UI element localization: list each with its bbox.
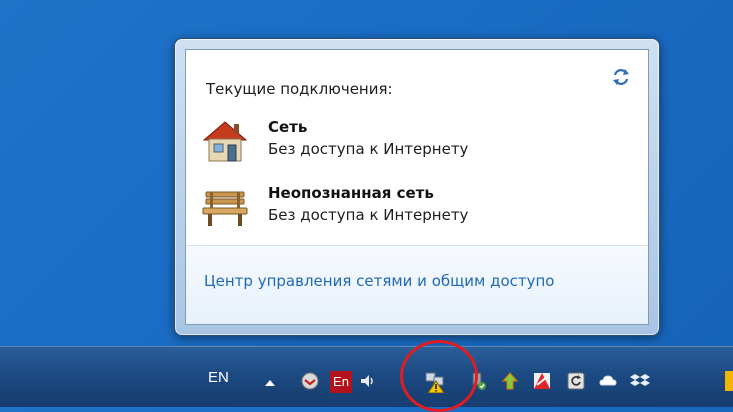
network-sharing-center-link[interactable]: Центр управления сетями и общим доступо: [204, 272, 644, 290]
connection-status: Без доступа к Интернету: [268, 206, 469, 224]
update-arrow-icon[interactable]: [500, 371, 520, 391]
connection-name: Сеть: [268, 118, 308, 136]
usb-safe-remove-icon[interactable]: [468, 371, 488, 391]
popup-footer: Центр управления сетями и общим доступо: [186, 245, 648, 324]
volume-icon[interactable]: [358, 371, 378, 391]
connection-item-unidentified[interactable]: Неопознанная сеть Без доступа к Интернет…: [200, 182, 620, 234]
antivirus-icon[interactable]: [532, 371, 552, 391]
taskbar: EN En: [0, 346, 733, 407]
dropbox-icon[interactable]: [630, 371, 650, 391]
popup-title: Текущие подключения:: [206, 80, 393, 98]
onedrive-cloud-icon[interactable]: [598, 371, 618, 391]
network-connections-popup: Текущие подключения: Сеть Без доступа к …: [174, 38, 660, 336]
connection-name: Неопознанная сеть: [268, 184, 434, 202]
network-warning-icon[interactable]: [424, 369, 448, 393]
bench-icon: [202, 191, 248, 226]
en-keyboard-icon[interactable]: En: [330, 371, 352, 393]
refresh-icon[interactable]: [610, 66, 632, 88]
connection-item-network[interactable]: Сеть Без доступа к Интернету: [200, 116, 620, 168]
connection-status: Без доступа к Интернету: [268, 140, 469, 158]
partial-tray-icon[interactable]: [725, 371, 733, 391]
network-status-icon[interactable]: [300, 371, 320, 391]
language-indicator[interactable]: EN: [208, 369, 229, 386]
house-icon: [202, 121, 248, 162]
refresh-app-icon[interactable]: [566, 371, 586, 391]
popup-content: Текущие подключения: Сеть Без доступа к …: [185, 49, 649, 325]
show-hidden-icons-arrow-icon[interactable]: [260, 373, 280, 393]
